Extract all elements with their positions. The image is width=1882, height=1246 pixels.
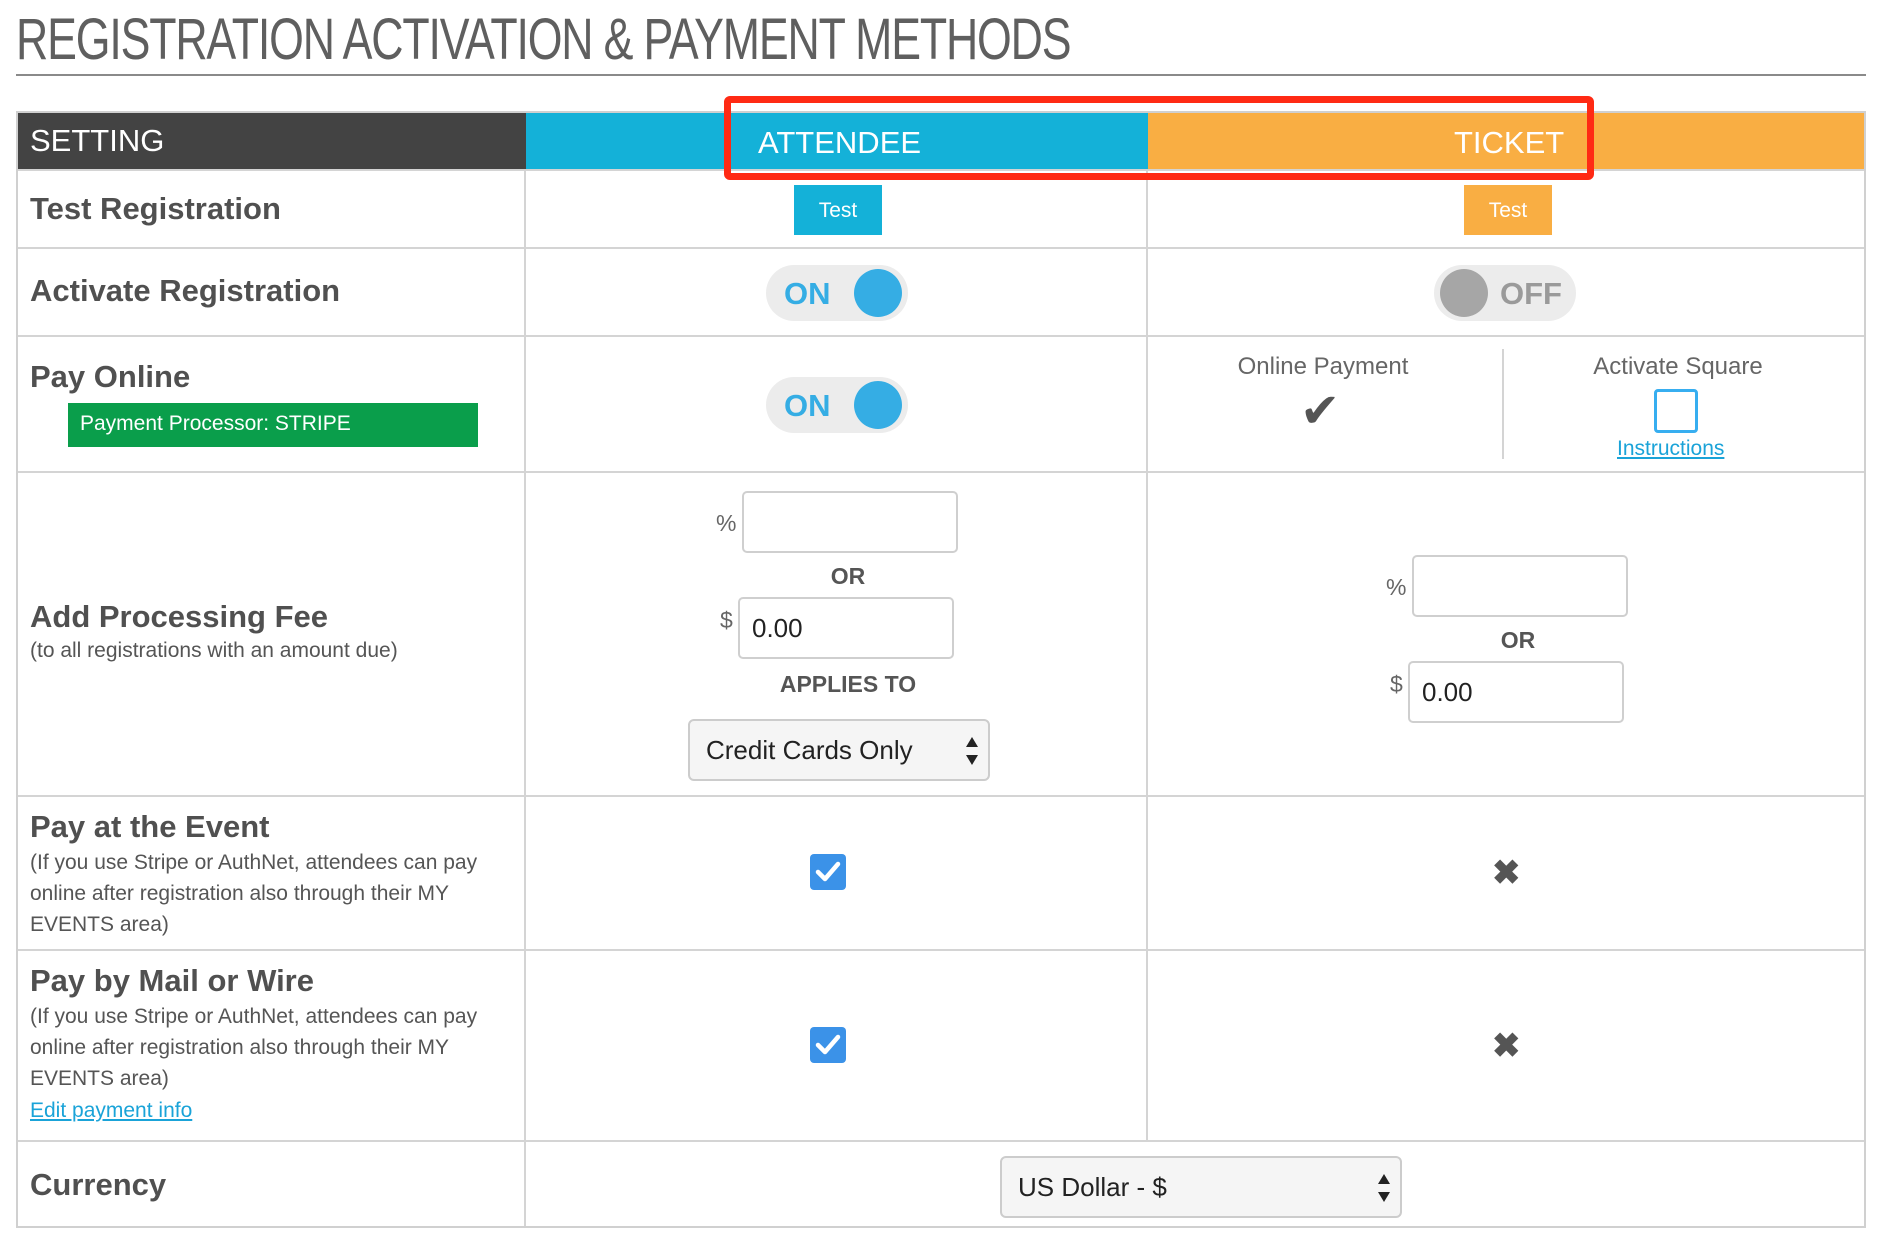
toggle-knob (1440, 269, 1488, 317)
settings-table: SETTING ATTENDEE TICKET Test Registratio… (16, 111, 1866, 1228)
currency-select[interactable]: US Dollar - $ (1000, 1156, 1402, 1218)
activate-square-label: Activate Square (1593, 353, 1763, 380)
applies-to-label: APPLIES TO (779, 671, 917, 697)
check-icon (815, 1034, 841, 1055)
toggle-knob (854, 381, 902, 429)
highlight-annotation (724, 96, 1594, 180)
payment-processor-badge: Payment Processor: STRIPE (68, 403, 478, 447)
header-setting: SETTING (18, 113, 526, 169)
column-divider (1146, 169, 1148, 1140)
attendee-fee-amount-input[interactable] (738, 597, 954, 659)
instructions-link[interactable]: Instructions (1617, 437, 1724, 461)
row-divider (18, 1140, 1864, 1142)
percent-symbol: % (716, 510, 737, 536)
check-icon: ✔ (1300, 385, 1341, 438)
attendee-fee-percent-input[interactable] (742, 491, 958, 553)
toggle-state-label: OFF (1500, 276, 1562, 311)
dollar-symbol: $ (1390, 671, 1403, 697)
processing-fee-label: Add Processing Fee (30, 599, 329, 634)
toggle-state-label: ON (784, 276, 831, 311)
toggle-knob (854, 269, 902, 317)
edit-payment-info-link[interactable]: Edit payment info (30, 1099, 192, 1123)
pay-online-divider (1502, 349, 1504, 459)
pay-by-mail-sublabel: (If you use Stripe or AuthNet, attendees… (30, 1005, 478, 1090)
toggle-state-label: ON (784, 388, 831, 423)
attendee-pay-by-mail-checkbox[interactable] (810, 1027, 846, 1063)
ticket-fee-amount-input[interactable] (1408, 661, 1624, 723)
column-divider (524, 169, 526, 1226)
currency-value: US Dollar - $ (1018, 1172, 1167, 1202)
fee-or-text: OR (830, 563, 866, 589)
attendee-test-button[interactable]: Test (794, 185, 882, 235)
row-divider (18, 471, 1864, 473)
applies-to-value: Credit Cards Only (706, 735, 913, 765)
title-divider (16, 74, 1866, 76)
ticket-activate-toggle[interactable]: OFF (1434, 265, 1576, 321)
row-divider (18, 335, 1864, 337)
pay-at-event-sublabel: (If you use Stripe or AuthNet, attendees… (30, 851, 478, 936)
activate-square-checkbox[interactable] (1654, 389, 1698, 433)
attendee-activate-toggle[interactable]: ON (766, 265, 908, 321)
x-icon: ✖ (1492, 1027, 1521, 1065)
test-registration-label: Test Registration (30, 191, 281, 226)
row-divider (18, 949, 1864, 951)
fee-or-text: OR (1500, 627, 1536, 653)
currency-label: Currency (30, 1167, 167, 1202)
select-arrows-icon (1378, 1174, 1390, 1202)
row-divider (18, 247, 1864, 249)
page: REGISTRATION ACTIVATION & PAYMENT METHOD… (0, 0, 1882, 1246)
attendee-pay-online-toggle[interactable]: ON (766, 377, 908, 433)
row-divider (18, 795, 1864, 797)
ticket-test-button[interactable]: Test (1464, 185, 1552, 235)
processing-fee-sublabel: (to all registrations with an amount due… (30, 639, 398, 662)
page-title: REGISTRATION ACTIVATION & PAYMENT METHOD… (16, 7, 1072, 72)
percent-symbol: % (1386, 574, 1407, 600)
pay-by-mail-label: Pay by Mail or Wire (30, 963, 314, 998)
applies-to-select[interactable]: Credit Cards Only (688, 719, 990, 781)
pay-online-label: Pay Online (30, 359, 191, 394)
check-icon (815, 861, 841, 882)
x-icon: ✖ (1492, 854, 1521, 892)
dollar-symbol: $ (720, 607, 733, 633)
pay-at-event-label: Pay at the Event (30, 809, 270, 844)
online-payment-label: Online Payment (1237, 353, 1409, 380)
select-arrows-icon (966, 737, 978, 765)
ticket-fee-percent-input[interactable] (1412, 555, 1628, 617)
activate-registration-label: Activate Registration (30, 273, 341, 308)
attendee-pay-at-event-checkbox[interactable] (810, 854, 846, 890)
